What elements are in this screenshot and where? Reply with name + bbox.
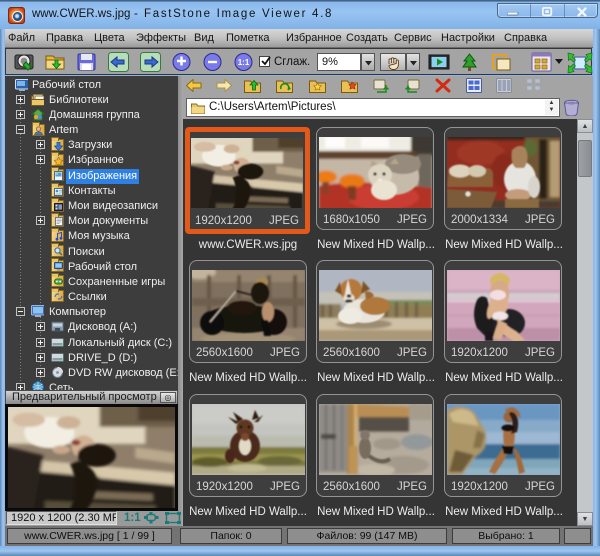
svg-text:1:1: 1:1 bbox=[238, 58, 250, 67]
